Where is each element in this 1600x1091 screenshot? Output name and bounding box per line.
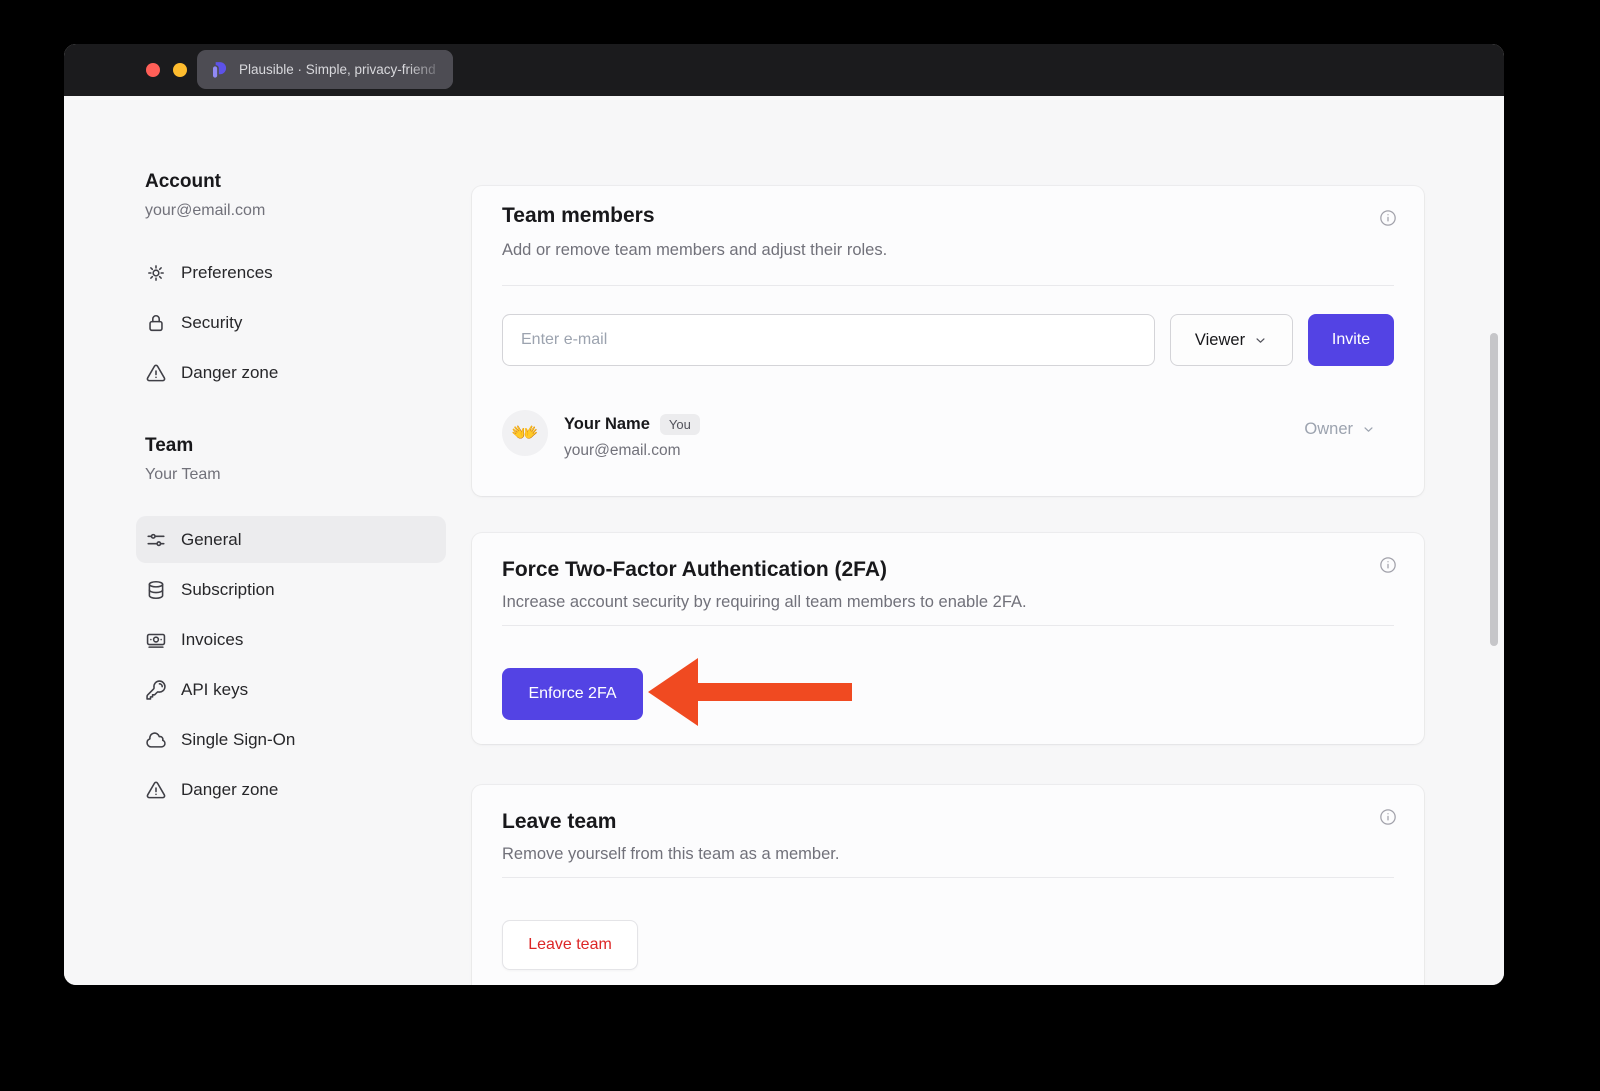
leave-team-button[interactable]: Leave team — [502, 920, 638, 970]
team-name-text: Your Team — [145, 466, 221, 484]
account-section-heading: Account — [145, 171, 221, 193]
info-icon[interactable] — [1378, 208, 1398, 228]
sidebar-item-preferences[interactable]: Preferences — [145, 251, 273, 295]
warning-triangle-icon — [145, 362, 167, 384]
sliders-icon — [145, 529, 167, 551]
member-email: your@email.com — [564, 442, 681, 460]
invite-email-input[interactable] — [502, 314, 1155, 366]
card-title: Force Two-Factor Authentication (2FA) — [502, 558, 887, 582]
sidebar-item-team-danger-zone[interactable]: Danger zone — [145, 768, 278, 812]
sidebar-item-api-keys[interactable]: API keys — [145, 668, 248, 712]
member-role-dropdown[interactable]: Owner — [1304, 420, 1376, 439]
sidebar-item-label: Invoices — [181, 630, 243, 650]
chevron-down-icon — [1361, 422, 1376, 437]
sidebar-item-general[interactable]: General — [145, 518, 241, 562]
sidebar-item-subscription[interactable]: Subscription — [145, 568, 275, 612]
role-select-dropdown[interactable]: Viewer — [1170, 314, 1293, 366]
member-name: Your Name — [564, 415, 650, 434]
divider — [502, 625, 1394, 626]
invite-button[interactable]: Invite — [1308, 314, 1394, 366]
member-avatar: 👐 — [502, 410, 548, 456]
close-window-button[interactable] — [146, 63, 160, 77]
chevron-down-icon — [1253, 333, 1268, 348]
force-2fa-card: Force Two-Factor Authentication (2FA) In… — [472, 533, 1424, 744]
card-title: Team members — [502, 204, 655, 228]
sidebar-item-security[interactable]: Security — [145, 301, 242, 345]
plausible-favicon — [209, 60, 229, 80]
sidebar-item-account-danger-zone[interactable]: Danger zone — [145, 351, 278, 395]
settings-page: Account your@email.com Preferences Secur… — [64, 96, 1504, 985]
cloud-icon — [145, 729, 167, 751]
role-select-value: Viewer — [1195, 331, 1245, 350]
card-subtitle: Increase account security by requiring a… — [502, 593, 1027, 612]
key-icon — [145, 679, 167, 701]
account-email-text: your@email.com — [145, 202, 265, 220]
browser-window: Plausible · Simple, privacy-friend Accou… — [64, 44, 1504, 985]
lock-icon — [145, 312, 167, 334]
divider — [502, 877, 1394, 878]
team-members-card: Team members Add or remove team members … — [472, 186, 1424, 496]
database-icon — [145, 579, 167, 601]
leave-team-card: Leave team Remove yourself from this tea… — [472, 785, 1424, 985]
you-badge: You — [660, 414, 700, 435]
browser-tab[interactable]: Plausible · Simple, privacy-friend — [197, 50, 453, 89]
sidebar-item-label: Subscription — [181, 580, 275, 600]
sidebar-item-label: Security — [181, 313, 242, 333]
divider — [502, 285, 1394, 286]
minimize-window-button[interactable] — [173, 63, 187, 77]
scrollbar-thumb[interactable] — [1490, 333, 1498, 646]
sidebar-item-label: General — [181, 530, 241, 550]
browser-titlebar: Plausible · Simple, privacy-friend — [64, 44, 1504, 96]
avatar-emoji: 👐 — [511, 420, 538, 446]
enforce-2fa-button[interactable]: Enforce 2FA — [502, 668, 643, 720]
member-name-row: Your Name You — [564, 414, 700, 435]
card-subtitle: Add or remove team members and adjust th… — [502, 241, 887, 260]
screenshot-stage: Plausible · Simple, privacy-friend Accou… — [0, 0, 1600, 1091]
card-subtitle: Remove yourself from this team as a memb… — [502, 845, 839, 864]
gear-icon — [145, 262, 167, 284]
team-section-heading: Team — [145, 435, 193, 457]
sidebar-item-label: API keys — [181, 680, 248, 700]
sidebar-item-label: Preferences — [181, 263, 273, 283]
card-title: Leave team — [502, 810, 616, 834]
sidebar-item-label: Single Sign-On — [181, 730, 295, 750]
tab-title-fade — [407, 50, 453, 89]
sidebar-item-label: Danger zone — [181, 780, 278, 800]
info-icon[interactable] — [1378, 807, 1398, 827]
sidebar-item-invoices[interactable]: Invoices — [145, 618, 243, 662]
sidebar-item-single-sign-on[interactable]: Single Sign-On — [145, 718, 295, 762]
sidebar-item-label: Danger zone — [181, 363, 278, 383]
red-annotation-arrow — [644, 653, 856, 731]
warning-triangle-icon — [145, 779, 167, 801]
member-role-value: Owner — [1304, 420, 1353, 439]
info-icon[interactable] — [1378, 555, 1398, 575]
banknote-icon — [145, 629, 167, 651]
